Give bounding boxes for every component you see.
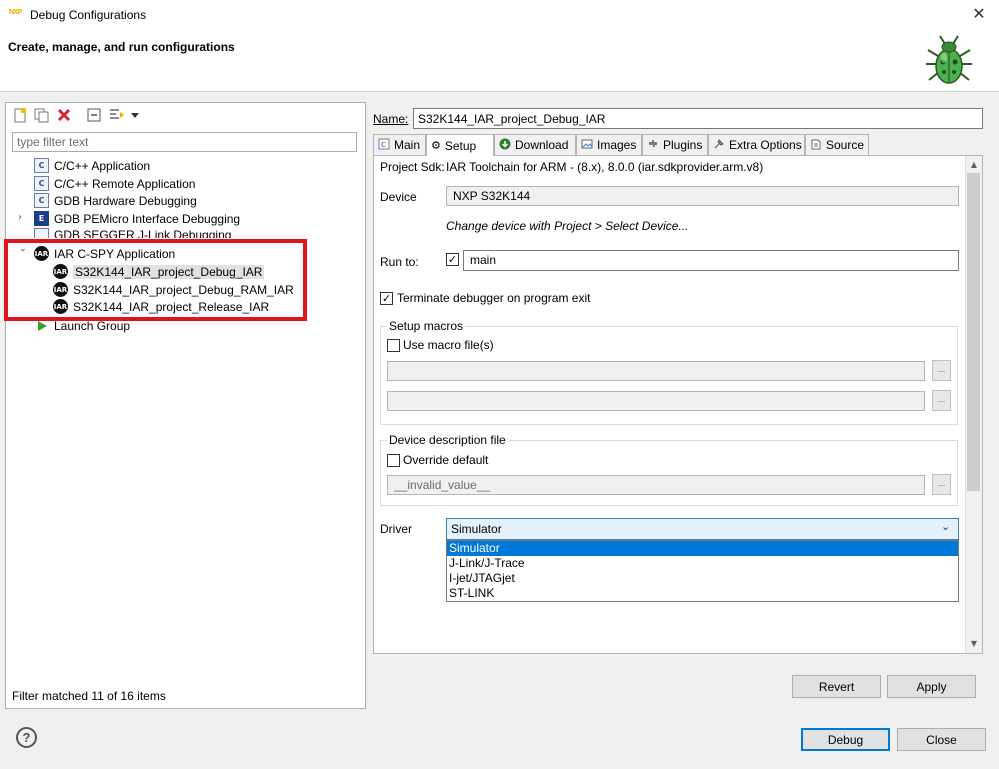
driver-label: Driver [380,522,412,536]
filter-input[interactable] [12,132,357,152]
help-icon[interactable]: ? [16,727,37,748]
setup-macros-title: Setup macros [387,319,466,333]
device-description-title: Device description file [387,433,508,447]
run-to-label: Run to: [380,255,419,269]
tab-source[interactable]: Source [805,134,869,155]
tab-plugins[interactable]: Plugins [642,134,708,155]
filter-icon[interactable] [107,104,127,126]
scroll-down-icon[interactable]: ▼ [966,636,982,652]
tab-download[interactable]: Download [494,134,576,155]
tree-item-c-cpp-remote-application[interactable]: C C/C++ Remote Application [34,175,195,192]
filter-status: Filter matched 11 of 16 items [12,689,166,703]
tree-item-label: C/C++ Application [54,158,151,173]
tab-setup[interactable]: ⚙ Setup [426,134,494,156]
window-close-button[interactable]: ✕ [968,4,990,26]
name-label: Name: [373,112,409,126]
tab-label: Setup [444,138,477,153]
browse-macro-button-2[interactable]: ... [932,390,951,411]
nxp-logo-icon: NXP [9,9,22,16]
debug-bug-icon [920,32,978,90]
device-description-group [380,440,958,506]
duplicate-icon[interactable] [31,104,51,126]
terminate-label: Terminate debugger on program exit [397,291,591,305]
header-title: Create, manage, and run configurations [8,40,235,54]
run-to-field[interactable]: main [463,250,959,271]
pemicro-icon: E [34,211,49,226]
plugins-icon [647,138,659,153]
browse-macro-button-1[interactable]: ... [932,360,951,381]
svg-text:C: C [381,141,386,149]
driver-option-simulator[interactable]: Simulator [447,541,958,556]
c-app-icon: C [34,176,49,191]
scroll-up-icon[interactable]: ▲ [966,157,982,173]
tree-item-label: GDB Hardware Debugging [54,193,197,208]
tab-label: Plugins [663,138,703,152]
window-title: Debug Configurations [30,8,147,22]
close-button[interactable]: Close [897,728,986,751]
tab-label: Extra Options [729,138,802,152]
project-sdk-value: IAR Toolchain for ARM - (8.x), 8.0.0 (ia… [446,160,764,174]
tree-item-gdb-pemicro[interactable]: E GDB PEMicro Interface Debugging [34,210,240,227]
expand-chevron-icon[interactable]: › [18,212,28,223]
extra-options-icon [713,138,725,153]
terminate-checkbox[interactable]: ✓ [380,292,393,305]
ddf-path-field: __invalid_value__ [387,475,925,495]
driver-select[interactable]: Simulator [446,518,959,540]
view-menu-icon[interactable] [125,104,145,126]
tab-extra-options[interactable]: Extra Options [708,134,805,155]
name-field[interactable] [413,108,983,129]
segger-icon [34,228,49,238]
c-app-icon: C [34,158,49,173]
tab-label: Download [515,138,569,152]
tree-item-label: C/C++ Remote Application [54,176,196,191]
driver-option-ijet[interactable]: I-jet/JTAGjet [447,571,958,586]
device-field: NXP S32K144 [446,186,959,206]
macro-file-field-2 [387,391,925,411]
tree-item-label: GDB PEMicro Interface Debugging [54,211,241,226]
device-hint: Change device with Project > Select Devi… [446,219,689,233]
main-tab-icon: C [378,138,390,153]
new-configuration-icon[interactable] [10,104,30,126]
source-icon [810,138,822,153]
collapse-all-icon[interactable] [84,104,104,126]
tab-label: Main [394,138,421,152]
tab-label: Source [826,138,865,152]
driver-option-stlink[interactable]: ST-LINK [447,586,958,601]
apply-button[interactable]: Apply [887,675,976,698]
gear-icon: ⚙ [431,139,441,152]
tab-images[interactable]: Images [576,134,642,155]
device-label: Device [380,190,417,204]
use-macro-checkbox[interactable] [387,339,400,352]
title-bar [0,0,999,31]
macro-file-field-1 [387,361,925,381]
revert-button[interactable]: Revert [792,675,881,698]
scrollbar-thumb[interactable] [967,173,980,491]
tree-item-gdb-hardware-debugging[interactable]: C GDB Hardware Debugging [34,192,197,209]
tab-label: Images [597,138,637,152]
driver-option-jlink[interactable]: J-Link/J-Trace [447,556,958,571]
delete-icon[interactable] [54,104,74,126]
browse-ddf-button[interactable]: ... [932,474,951,495]
use-macro-label: Use macro file(s) [403,338,494,352]
chevron-down-icon[interactable]: ⌄ [941,520,950,533]
project-sdk-label: Project Sdk: [380,160,445,174]
highlight-box [4,239,307,321]
override-default-checkbox[interactable] [387,454,400,467]
debug-button[interactable]: Debug [801,728,890,751]
tree-item-gdb-segger[interactable]: GDB SEGGER J-Link Debugging [34,228,231,238]
tab-main[interactable]: C Main [373,134,426,155]
c-app-icon: C [34,193,49,208]
run-to-checkbox[interactable]: ✓ [446,253,459,266]
override-default-label: Override default [403,453,489,467]
images-icon [581,138,593,153]
download-icon [499,138,511,153]
tree-item-c-cpp-application[interactable]: C C/C++ Application [34,157,150,174]
tree-item-label: GDB SEGGER J-Link Debugging [54,228,232,238]
